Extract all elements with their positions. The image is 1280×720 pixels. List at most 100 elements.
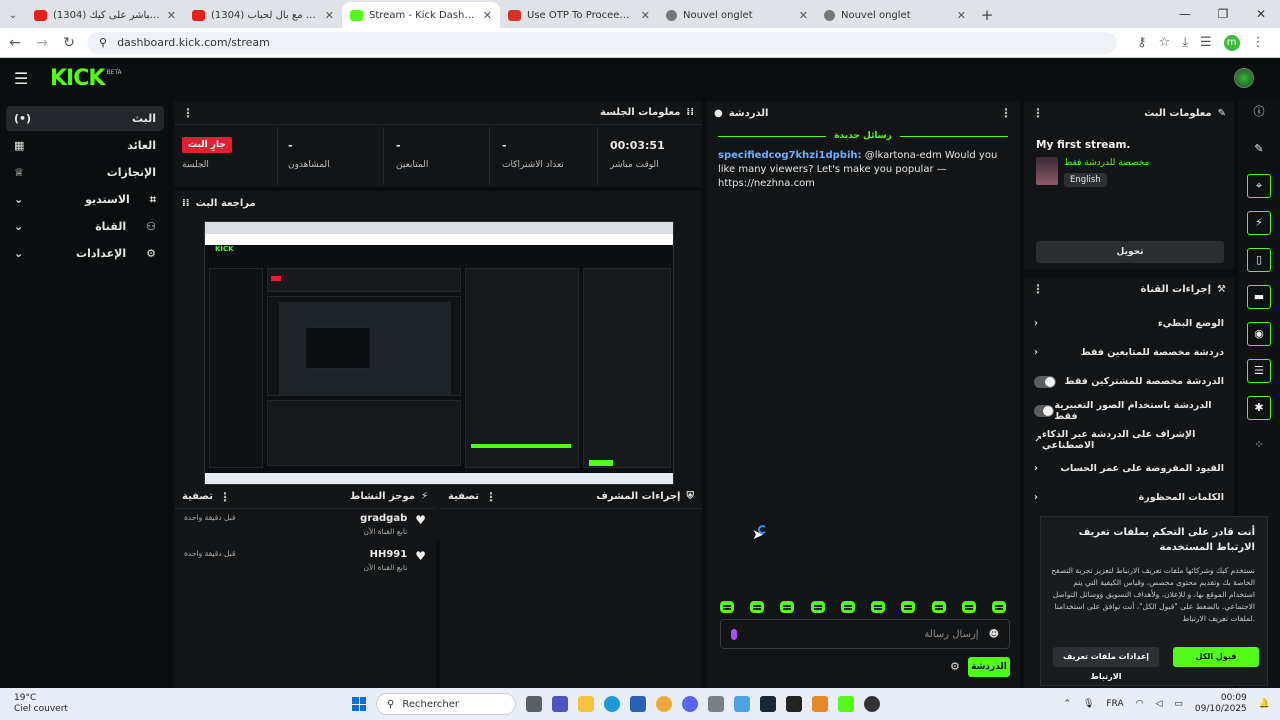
sidebar-item-channel[interactable]: ⌄ القناة ⚇ [6, 214, 164, 239]
reload-icon[interactable]: ↻ [57, 35, 81, 51]
chat-settings-gear-icon[interactable]: ⚙ [950, 660, 960, 673]
site-info-icon[interactable]: ⚲ [99, 36, 107, 49]
chat-input[interactable]: إرسال رسالة ☻ [720, 619, 1010, 649]
vlc-icon[interactable] [812, 696, 828, 712]
stream-preview-video[interactable]: KICK [204, 221, 674, 485]
filter-button[interactable]: تصفية [182, 491, 213, 502]
browser-tab[interactable]: Use OTP To Proceed - gsm8533✕ [500, 2, 658, 28]
list-icon[interactable]: ☰ [1247, 359, 1271, 383]
action-slow-mode[interactable]: › الوضع البطيء [1024, 309, 1234, 338]
key-icon[interactable]: ⚷ [1137, 35, 1147, 50]
taskbar-search[interactable]: ⚲ Rechercher [376, 693, 516, 715]
minimize-icon[interactable]: — [1166, 0, 1204, 28]
panel-menu-icon[interactable]: ⋮ [182, 106, 194, 120]
browser-tab[interactable]: Nouvel onglet ✕ [816, 2, 974, 28]
filter-button[interactable]: تصفية [448, 491, 479, 502]
kick-app-icon[interactable] [838, 696, 854, 712]
download-icon[interactable]: ⤓ [1182, 35, 1188, 50]
close-icon[interactable]: ✕ [799, 9, 808, 22]
steam-icon[interactable] [760, 696, 776, 712]
emotes-only-toggle[interactable] [1034, 404, 1055, 417]
panel-menu-icon[interactable]: ⋮ [485, 490, 497, 504]
cookie-settings-button[interactable]: إعدادات ملفات تعريف الارتباط [1053, 647, 1159, 681]
task-view-icon[interactable] [526, 696, 542, 712]
wrench-icon[interactable]: ✱ [1247, 396, 1271, 420]
discord-icon[interactable] [682, 696, 698, 712]
clock[interactable]: 00:09 09/10/2025 [1195, 693, 1247, 715]
chat-send-button[interactable]: الدردشة [968, 657, 1010, 677]
edge-icon[interactable] [604, 696, 620, 712]
panel-menu-icon[interactable]: ⋮ [1032, 106, 1044, 120]
broadcast-icon[interactable]: ◉ [1247, 322, 1271, 346]
hamburger-menu-icon[interactable]: ☰ [14, 69, 36, 88]
url-field[interactable]: ⚲ dashboard.kick.com/stream [87, 31, 1117, 54]
device-icon[interactable]: ▯ [1247, 248, 1271, 272]
browser-tab[interactable]: (1304) فاش كمشي مع بال لحباب✕ [184, 2, 342, 28]
info-icon[interactable]: ⓘ [1247, 100, 1271, 124]
close-icon[interactable]: ✕ [641, 9, 650, 22]
reading-list-icon[interactable]: ☰ [1200, 35, 1212, 50]
pencil-icon[interactable]: ✎ [1247, 137, 1271, 161]
edit-stream-button[interactable]: تحويل [1036, 241, 1224, 263]
emote-icon[interactable] [720, 601, 734, 613]
tray-chevron-icon[interactable]: ⌃ [1063, 699, 1071, 709]
store-icon[interactable] [630, 696, 646, 712]
notifications-icon[interactable]: 🔔 [1259, 699, 1270, 709]
chat-bubble-icon[interactable]: ▬ [1247, 285, 1271, 309]
close-icon[interactable]: ✕ [167, 9, 176, 22]
windows-start-icon[interactable] [352, 697, 366, 711]
scan-icon[interactable]: ⌖ [1247, 174, 1271, 198]
maximize-icon[interactable]: ❐ [1204, 0, 1242, 28]
emote-icon[interactable] [961, 601, 976, 613]
sidebar-item-stream[interactable]: (•) البث [6, 106, 164, 131]
settings-icon[interactable] [708, 696, 724, 712]
browser-tab-active[interactable]: Stream - Kick Dashboard✕ [342, 2, 500, 28]
chrome-icon[interactable] [656, 696, 672, 712]
accept-all-button[interactable]: قبول الكل [1173, 647, 1259, 667]
obs-icon[interactable] [864, 696, 880, 712]
panel-menu-icon[interactable]: ⋮ [219, 490, 231, 504]
emote-icon[interactable] [840, 601, 855, 613]
action-ai-moderation[interactable]: ↗ الإشراف على الدردشة عبر الذكاء الاصطناع… [1024, 425, 1234, 454]
volume-icon[interactable]: ◁ [1155, 699, 1162, 709]
battery-icon[interactable]: ▭ [1174, 699, 1183, 709]
panel-menu-icon[interactable]: ⋮ [1032, 282, 1044, 296]
language-indicator[interactable]: FRA [1106, 699, 1123, 709]
sidebar-item-achievements[interactable]: ♕ الإنجازات [6, 160, 164, 185]
tab-search-chevron-icon[interactable]: ⌄ [0, 10, 26, 28]
kick-logo[interactable]: KICK [50, 66, 105, 91]
panel-menu-icon[interactable]: ⋮ [1000, 106, 1012, 120]
grip-icon[interactable]: ⁞⁞ [686, 107, 694, 118]
emote-icon[interactable] [931, 601, 946, 613]
browser-tab[interactable]: (1304) كيفية بث مباشر على كيك✕ [26, 2, 184, 28]
subscribers-only-toggle[interactable] [1034, 375, 1056, 388]
emote-icon[interactable] [991, 601, 1006, 613]
close-icon[interactable]: ✕ [325, 9, 334, 22]
sidebar-item-studio[interactable]: ⌄ الاستديو ⌗ [6, 187, 164, 212]
bookmark-star-icon[interactable]: ☆ [1159, 35, 1171, 50]
new-tab-button[interactable]: + [974, 6, 1000, 28]
photos-icon[interactable] [734, 696, 750, 712]
action-subscribers-only[interactable]: الدردشة مخصصة للمشتركين فقط [1024, 367, 1234, 396]
forward-icon[interactable]: → [30, 35, 54, 51]
weather-widget[interactable]: 19°C Ciel couvert [0, 693, 140, 715]
emote-icon[interactable] [901, 601, 916, 613]
wifi-icon[interactable]: ◠ [1136, 699, 1144, 709]
close-icon[interactable]: ✕ [483, 9, 492, 22]
browser-menu-icon[interactable]: ⋮ [1252, 35, 1265, 50]
browser-tab[interactable]: Nouvel onglet ✕ [658, 2, 816, 28]
teams-icon[interactable] [552, 696, 568, 712]
profile-avatar[interactable]: m [1223, 34, 1240, 51]
layout-icon[interactable]: ⁘ [1247, 433, 1271, 457]
file-explorer-icon[interactable] [578, 696, 594, 712]
emote-icon[interactable] [871, 601, 886, 613]
capcut-icon[interactable] [786, 696, 802, 712]
sidebar-item-revenue[interactable]: ▦ العائد [6, 133, 164, 158]
microphone-tray-icon[interactable]: 🎙 [1083, 699, 1094, 709]
microphone-icon[interactable] [731, 628, 737, 640]
close-window-icon[interactable]: ✕ [1242, 0, 1280, 28]
close-icon[interactable]: ✕ [957, 9, 966, 22]
bolt-icon[interactable]: ⚡ [1247, 211, 1271, 235]
action-emotes-only[interactable]: الدردشة باستخدام الصور التعبيرية فقط [1024, 396, 1234, 425]
emote-icon[interactable] [810, 601, 825, 613]
